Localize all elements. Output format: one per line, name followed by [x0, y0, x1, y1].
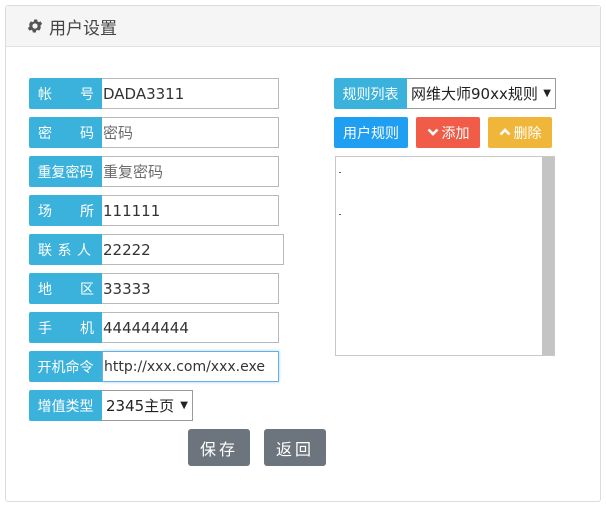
- boot-command-row: 开机命令: [29, 351, 279, 382]
- rules-listbox[interactable]: [335, 156, 555, 356]
- repeat-password-label: 重复密码: [29, 156, 102, 187]
- account-label: 帐 号: [29, 78, 102, 109]
- venue-label-char-2: 所: [80, 203, 94, 220]
- delete-rule-button[interactable]: 删除: [488, 117, 552, 148]
- listbox-scrollbar[interactable]: [542, 157, 554, 355]
- page-title: 用户设置: [49, 18, 117, 39]
- password-input[interactable]: [102, 117, 279, 148]
- password-row: 密 码: [29, 117, 279, 148]
- addon-type-label: 增值类型: [29, 390, 102, 421]
- password-label-char-1: 密: [38, 125, 52, 142]
- contact-label-char-1: 联: [38, 242, 52, 259]
- rule-list-label: 规则列表: [334, 78, 407, 109]
- save-button[interactable]: 保存: [188, 429, 250, 466]
- chevron-down-icon: [427, 125, 439, 141]
- region-row: 地 区: [29, 273, 279, 304]
- phone-label-char-1: 手: [38, 320, 52, 337]
- repeat-password-input[interactable]: [102, 156, 279, 187]
- contact-label-char-3: 人: [77, 242, 91, 259]
- region-label: 地 区: [29, 273, 102, 304]
- repeat-password-row: 重复密码: [29, 156, 279, 187]
- contact-label-char-2: 系: [57, 242, 72, 259]
- account-input[interactable]: [102, 78, 279, 109]
- panel-header: 用户设置: [6, 6, 600, 47]
- contact-label: 联 系 人: [29, 234, 102, 265]
- venue-label-char-1: 场: [38, 203, 52, 220]
- region-input[interactable]: [102, 273, 279, 304]
- phone-row: 手 机: [29, 312, 279, 343]
- region-label-char-1: 地: [38, 281, 52, 298]
- user-rules-label: 用户规则: [343, 125, 399, 142]
- chevron-up-icon: [499, 125, 511, 141]
- boot-command-input[interactable]: [102, 351, 279, 382]
- account-row: 帐 号: [29, 78, 279, 109]
- user-rules-button[interactable]: 用户规则: [334, 117, 408, 148]
- account-label-char-1: 帐: [38, 86, 52, 103]
- chevron-down-icon: ▼: [543, 88, 551, 99]
- contact-row: 联 系 人: [29, 234, 284, 265]
- region-label-char-2: 区: [80, 281, 94, 298]
- phone-input[interactable]: [102, 312, 279, 343]
- list-item-marker: [339, 214, 341, 215]
- boot-command-label: 开机命令: [29, 351, 102, 382]
- password-label-char-2: 码: [80, 125, 94, 142]
- addon-type-row: 增值类型 2345主页 ▼: [29, 390, 193, 421]
- contact-input[interactable]: [102, 234, 284, 265]
- venue-input[interactable]: [102, 195, 279, 226]
- account-label-char-2: 号: [80, 86, 94, 103]
- venue-row: 场 所: [29, 195, 279, 226]
- phone-label-char-2: 机: [80, 320, 94, 337]
- add-rule-button[interactable]: 添加: [416, 117, 480, 148]
- delete-rule-label: 删除: [513, 125, 542, 142]
- phone-label: 手 机: [29, 312, 102, 343]
- chevron-down-icon: ▼: [180, 400, 188, 411]
- password-label: 密 码: [29, 117, 102, 148]
- venue-label: 场 所: [29, 195, 102, 226]
- rule-list-row: 规则列表 网维大师90xx规则 ▼: [334, 78, 556, 109]
- back-button[interactable]: 返回: [264, 429, 326, 466]
- list-item-marker: [339, 172, 341, 173]
- addon-type-selected: 2345主页: [106, 397, 175, 415]
- rule-list-select[interactable]: 网维大师90xx规则 ▼: [407, 78, 556, 109]
- addon-type-select[interactable]: 2345主页 ▼: [102, 390, 193, 421]
- rule-list-selected: 网维大师90xx规则: [411, 85, 538, 103]
- gear-icon: [26, 17, 44, 35]
- add-rule-label: 添加: [441, 125, 470, 142]
